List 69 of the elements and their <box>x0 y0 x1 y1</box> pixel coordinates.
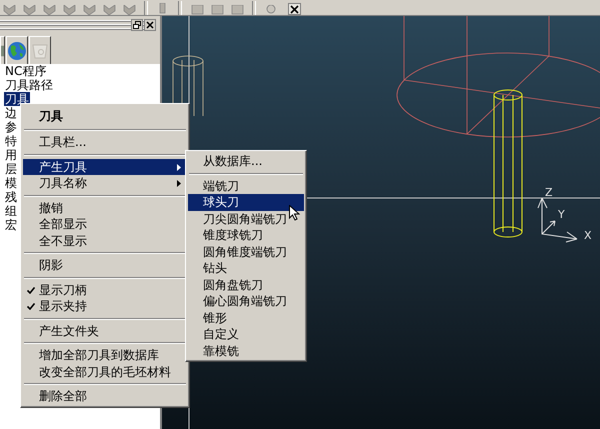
menu-item[interactable]: 改变全部刀具的毛坯材料 <box>23 364 187 380</box>
axis-label: Y <box>558 208 565 221</box>
menu-item[interactable]: 显示夹持 <box>23 298 187 314</box>
menu-item[interactable]: 刀具名称 <box>23 175 187 192</box>
globe-icon <box>7 40 27 60</box>
cylinder-wireframe <box>172 56 204 116</box>
axis-label: X <box>584 229 592 242</box>
close-button[interactable] <box>288 3 301 15</box>
tree-item[interactable]: 特 <box>4 134 18 148</box>
menu-item[interactable]: 从数据库... <box>188 153 304 170</box>
menu-item[interactable]: 增加全部刀具到数据库 <box>23 347 187 364</box>
tree-item[interactable]: 宏 <box>4 218 18 232</box>
menu-item-label: 产生刀具 <box>39 158 87 175</box>
bucket-icon <box>31 42 49 60</box>
menu-item-label: 工具栏... <box>39 134 86 150</box>
submenu-arrow-icon <box>177 180 181 187</box>
close-icon <box>290 4 299 14</box>
tree-item[interactable]: 模 <box>4 176 18 190</box>
menu-item-label: 增加全部刀具到数据库 <box>39 347 159 364</box>
menu-item[interactable]: 锥度球铣刀 <box>188 227 304 244</box>
submenu-arrow-icon <box>177 164 181 170</box>
tree-item[interactable]: 边 <box>4 106 18 120</box>
tree-item[interactable]: NC程序 <box>4 64 48 78</box>
tree-item[interactable]: 层 <box>4 162 18 176</box>
tree-item[interactable]: 残 <box>4 190 18 204</box>
menu-item[interactable]: 偏心圆角端铣刀 <box>188 293 304 310</box>
tree-item[interactable]: 参 <box>4 120 18 134</box>
menu-item-label: 删除全部 <box>39 388 87 404</box>
menu-item[interactable]: 锥形 <box>188 310 304 326</box>
menu-item[interactable]: 删除全部 <box>23 388 187 404</box>
mouse-pointer-icon <box>289 205 300 221</box>
close-icon <box>146 21 154 29</box>
menu-item-label: 阴影 <box>39 257 63 274</box>
tab[interactable] <box>6 36 28 64</box>
menu-item[interactable]: 显示刀柄 <box>23 282 187 298</box>
menu-item-label: 产生文件夹 <box>39 322 99 339</box>
menu-item[interactable]: 产生文件夹 <box>23 322 187 339</box>
axis-triad-drawing <box>538 198 578 242</box>
tree-item[interactable]: 用 <box>4 148 18 162</box>
menu-item[interactable]: 撤销 <box>23 200 187 216</box>
menu-item[interactable]: 工具栏... <box>23 134 187 150</box>
axis-label: Z <box>545 186 553 199</box>
menu-item-label: 撤销 <box>39 200 63 216</box>
menu-item[interactable]: 球头刀 <box>188 194 304 210</box>
menu-item[interactable]: 端铣刀 <box>188 178 304 194</box>
menu-item[interactable]: 自定义 <box>188 326 304 342</box>
menu-item[interactable]: 产生刀具 <box>23 158 187 175</box>
tree-item[interactable]: 刀具路径 <box>4 78 54 92</box>
menu-item[interactable]: 阴影 <box>23 257 187 274</box>
restore-button[interactable] <box>131 19 143 31</box>
menu-item[interactable]: 全部显示 <box>23 216 187 232</box>
menu-item[interactable]: 圆角盘铣刀 <box>188 276 304 293</box>
menu-item-label: 改变全部刀具的毛坯材料 <box>39 364 171 380</box>
menu-item[interactable]: 全不显示 <box>23 232 187 249</box>
close-button[interactable] <box>144 19 156 31</box>
menu-item-label: 显示夹持 <box>39 298 87 314</box>
menu-item[interactable]: 靠模铣 <box>188 342 304 359</box>
menu-item-label: 全部显示 <box>39 216 87 232</box>
tab[interactable] <box>29 36 51 64</box>
menu-item[interactable]: 刀尖圆角端铣刀 <box>188 210 304 227</box>
menu-item-label: 全不显示 <box>39 232 87 249</box>
restore-icon <box>133 21 141 29</box>
menu-item-label: 显示刀柄 <box>39 282 87 298</box>
menu-item-label: 刀具名称 <box>39 175 87 192</box>
menu-item[interactable]: 圆角锥度端铣刀 <box>188 244 304 260</box>
tree-item[interactable]: 组 <box>4 204 18 218</box>
menu-header: 刀具 <box>38 108 64 125</box>
tab[interactable] <box>0 36 5 64</box>
menu-item[interactable]: 钻头 <box>188 260 304 276</box>
